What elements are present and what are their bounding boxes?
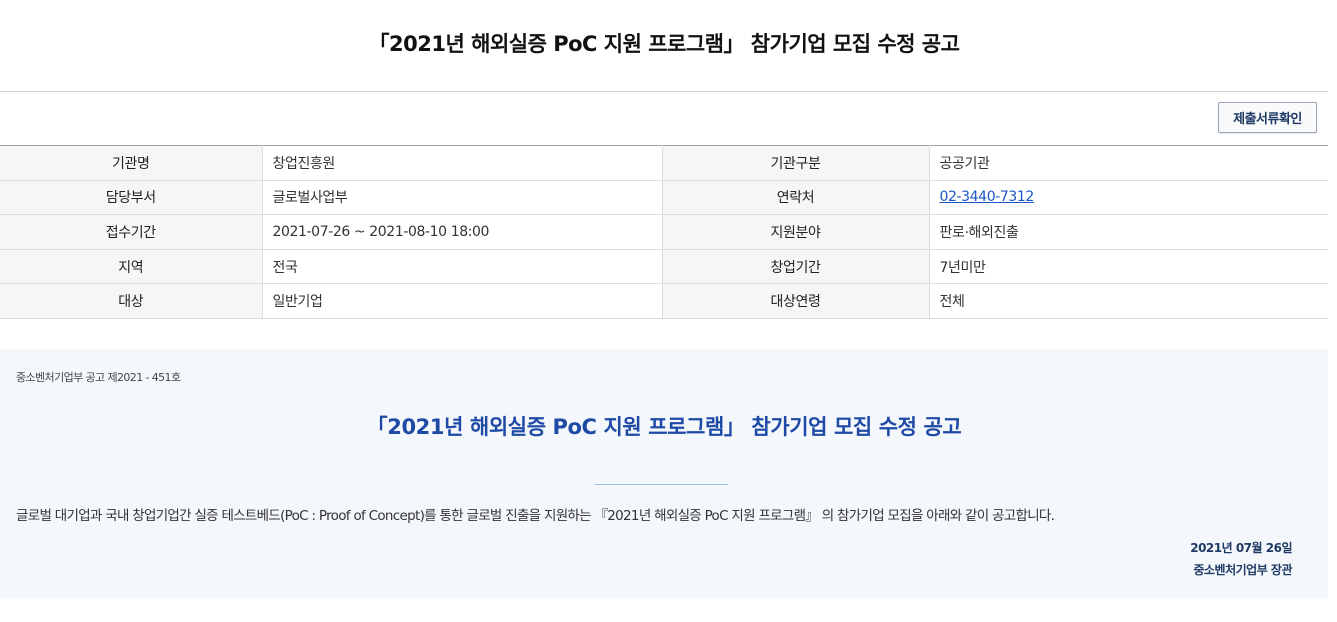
- title-divider: [0, 91, 1328, 92]
- label-startup-period: 창업기간: [662, 249, 930, 285]
- label-contact: 연락처: [662, 180, 930, 216]
- notice-issuer: 중소벤처기업부 장관: [1193, 563, 1292, 577]
- value-target-age: 전체: [929, 283, 1328, 319]
- label-organization-type: 기관구분: [662, 145, 930, 181]
- check-documents-button[interactable]: 제출서류확인: [1218, 102, 1317, 133]
- value-application-period: 2021-07-26 ~ 2021-08-10 18:00: [262, 214, 663, 250]
- notice-divider: [595, 484, 728, 485]
- notice-title: 「2021년 해외실증 PoC 지원 프로그램」 참가기업 모집 수정 공고: [366, 415, 962, 439]
- notice-number: 중소벤처기업부 공고 제2021 - 451호: [16, 371, 181, 384]
- notice-body: 글로벌 대기업과 국내 창업기업간 실증 테스트베드(PoC : Proof o…: [16, 508, 1055, 524]
- label-region: 지역: [0, 249, 263, 285]
- table-row: 담당부서 글로벌사업부 연락처 02-3440-7312: [0, 180, 1328, 216]
- notice-date: 2021년 07월 26일: [1190, 541, 1292, 555]
- value-target: 일반기업: [262, 283, 663, 319]
- table-row: 접수기간 2021-07-26 ~ 2021-08-10 18:00 지원분야 …: [0, 214, 1328, 250]
- label-target-age: 대상연령: [662, 283, 930, 319]
- label-support-field: 지원분야: [662, 214, 930, 250]
- notice-panel: 중소벤처기업부 공고 제2021 - 451호 「2021년 해외실증 PoC …: [0, 349, 1328, 598]
- page-title: 「2021년 해외실증 PoC 지원 프로그램」 참가기업 모집 수정 공고: [368, 32, 960, 56]
- value-region: 전국: [262, 249, 663, 285]
- value-department: 글로벌사업부: [262, 180, 663, 216]
- label-application-period: 접수기간: [0, 214, 263, 250]
- value-contact: 02-3440-7312: [929, 180, 1328, 216]
- contact-phone-link[interactable]: 02-3440-7312: [940, 189, 1035, 205]
- value-organization-type: 공공기관: [929, 145, 1328, 181]
- label-target: 대상: [0, 283, 263, 319]
- value-organization: 창업진흥원: [262, 145, 663, 181]
- table-row: 지역 전국 창업기간 7년미만: [0, 249, 1328, 285]
- table-row: 대상 일반기업 대상연령 전체: [0, 283, 1328, 319]
- info-table: 기관명 창업진흥원 기관구분 공공기관 담당부서 글로벌사업부 연락처 02-3…: [0, 145, 1328, 319]
- value-support-field: 판로·해외진출: [929, 214, 1328, 250]
- label-organization: 기관명: [0, 145, 263, 181]
- table-row: 기관명 창업진흥원 기관구분 공공기관: [0, 145, 1328, 181]
- value-startup-period: 7년미만: [929, 249, 1328, 285]
- label-department: 담당부서: [0, 180, 263, 216]
